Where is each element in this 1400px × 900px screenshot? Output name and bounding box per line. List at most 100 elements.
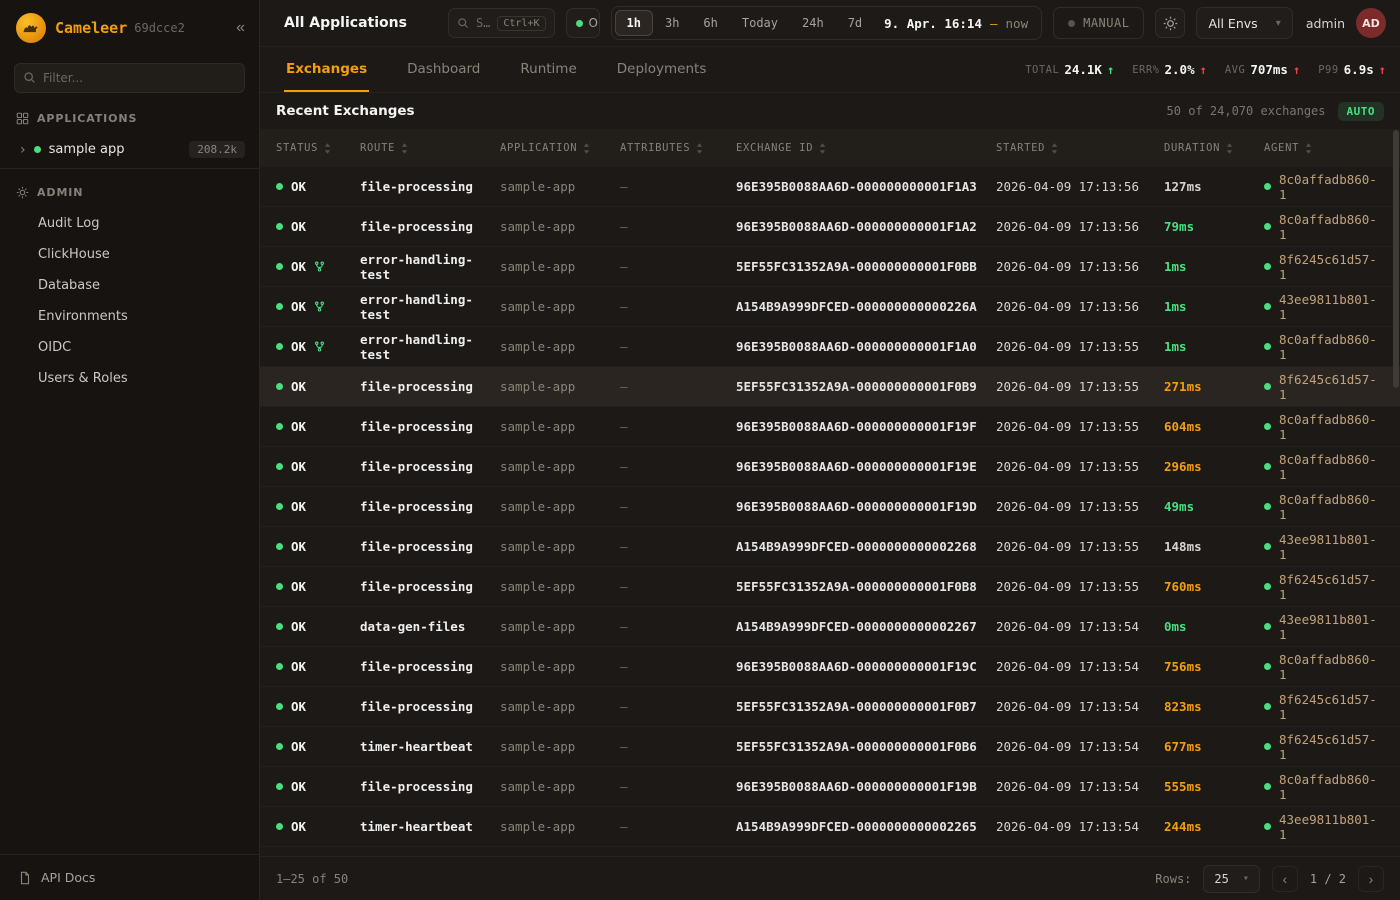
table-row[interactable]: OK file-processing sample-app — 96E395B0… — [260, 647, 1400, 687]
date-range-end: now — [1006, 16, 1029, 31]
auto-refresh-badge[interactable]: AUTO — [1338, 102, 1385, 121]
duration-cell: 760ms — [1164, 579, 1264, 594]
time-range-today[interactable]: Today — [730, 10, 790, 36]
tab-deployments[interactable]: Deployments — [615, 47, 709, 92]
attributes-cell: — — [620, 459, 736, 474]
agent-cell: 8f6245c61d57-1 — [1264, 572, 1384, 602]
column-label: DURATION — [1164, 142, 1220, 154]
status-label: OK — [291, 619, 306, 634]
column-header-attributes[interactable]: ATTRIBUTES — [620, 142, 736, 154]
column-header-route[interactable]: ROUTE — [360, 142, 500, 154]
date-range-display[interactable]: 9. Apr. 16:14 — now — [874, 16, 1041, 31]
fork-icon — [314, 261, 325, 272]
rows-per-page-label: Rows: — [1155, 872, 1191, 886]
environments-dropdown[interactable]: All Envs ▾ — [1196, 7, 1292, 39]
time-range-6h[interactable]: 6h — [691, 10, 729, 36]
table-row[interactable]: OK data-gen-files sample-app — A154B9A99… — [260, 607, 1400, 647]
search-icon — [23, 71, 36, 84]
fork-icon — [314, 301, 325, 312]
time-range-1h[interactable]: 1h — [615, 10, 653, 36]
status-cell: OK — [276, 659, 360, 674]
agent-status-dot — [1264, 223, 1271, 230]
rows-per-page-dropdown[interactable]: 25 ▾ — [1203, 865, 1259, 893]
agent-status-dot — [1264, 663, 1271, 670]
previous-page-button[interactable]: ‹ — [1272, 866, 1298, 892]
next-page-button[interactable]: › — [1358, 866, 1384, 892]
search-icon — [457, 17, 469, 29]
attributes-cell: — — [620, 379, 736, 394]
table-row[interactable]: OK timer-heartbeat sample-app — 5EF55FC3… — [260, 727, 1400, 767]
table-row[interactable]: OK file-processing sample-app — 96E395B0… — [260, 767, 1400, 807]
table-row[interactable]: OK file-processing sample-app — 96E395B0… — [260, 167, 1400, 207]
status-ok-dot — [276, 583, 283, 590]
sidebar-item-clickhouse[interactable]: ClickHouse — [0, 239, 259, 270]
started-cell: 2026-04-09 17:13:55 — [996, 339, 1164, 354]
status-label: OK — [291, 259, 306, 274]
attributes-cell: — — [620, 819, 736, 834]
sidebar-item-oidc[interactable]: OIDC — [0, 332, 259, 363]
sidebar-item-sample-app[interactable]: › sample app 208.2k — [0, 134, 259, 168]
stat-value: 707ms — [1250, 62, 1288, 77]
connection-status-pill[interactable]: O — [566, 8, 600, 38]
sidebar-item-users-roles[interactable]: Users & Roles — [0, 363, 259, 394]
table-row[interactable]: OK file-processing sample-app — 96E395B0… — [260, 447, 1400, 487]
status-label: OK — [291, 299, 306, 314]
sidebar-item-database[interactable]: Database — [0, 270, 259, 301]
column-header-agent[interactable]: AGENT — [1264, 142, 1384, 154]
tab-exchanges[interactable]: Exchanges — [284, 47, 369, 92]
table-row[interactable]: OK file-processing sample-app — 5EF55FC3… — [260, 687, 1400, 727]
time-range-7d[interactable]: 7d — [836, 10, 874, 36]
global-search[interactable]: S… Ctrl+K — [448, 8, 555, 38]
scrollbar-thumb[interactable] — [1393, 130, 1399, 388]
sidebar-item-api-docs[interactable]: API Docs — [0, 854, 259, 900]
manual-refresh-button[interactable]: MANUAL — [1053, 7, 1144, 39]
duration-cell: 555ms — [1164, 779, 1264, 794]
exchange-id-cell: 96E395B0088AA6D-000000000001F19D — [736, 499, 996, 514]
stat-label: TOTAL — [1025, 64, 1059, 76]
sidebar-collapse-button[interactable]: « — [236, 19, 245, 37]
column-header-duration[interactable]: DURATION — [1164, 142, 1264, 154]
column-header-application[interactable]: APPLICATION — [500, 142, 620, 154]
time-range-24h[interactable]: 24h — [790, 10, 836, 36]
time-range-3h[interactable]: 3h — [653, 10, 691, 36]
column-header-exchange-id[interactable]: EXCHANGE ID — [736, 142, 996, 154]
table-row[interactable]: OK file-processing sample-app — 96E395B0… — [260, 407, 1400, 447]
table-row[interactable]: OK file-processing sample-app — 96E395B0… — [260, 207, 1400, 247]
application-cell: sample-app — [500, 219, 620, 234]
attributes-cell: — — [620, 579, 736, 594]
user-avatar[interactable]: AD — [1356, 8, 1386, 38]
table-row[interactable]: OK file-processing sample-app — 5EF55FC3… — [260, 567, 1400, 607]
date-range-start: 9. Apr. 16:14 — [884, 16, 982, 31]
applications-section-header: APPLICATIONS — [0, 95, 259, 134]
agent-cell: 8c0affadb860-1 — [1264, 772, 1384, 802]
column-header-status[interactable]: STATUS — [276, 142, 360, 154]
table-row[interactable]: OK file-processing sample-app — 5EF55FC3… — [260, 367, 1400, 407]
table-row[interactable]: OK error-handling-test sample-app — 96E3… — [260, 327, 1400, 367]
table-row[interactable]: OK error-handling-test sample-app — A154… — [260, 287, 1400, 327]
agent-cell: 8c0affadb860-1 — [1264, 172, 1384, 202]
sidebar-item-environments[interactable]: Environments — [0, 301, 259, 332]
status-cell: OK — [276, 499, 360, 514]
column-label: STATUS — [276, 142, 318, 154]
table-row[interactable]: OK file-processing sample-app — A154B9A9… — [260, 527, 1400, 567]
column-header-started[interactable]: STARTED — [996, 142, 1164, 154]
status-cell: OK — [276, 419, 360, 434]
started-cell: 2026-04-09 17:13:55 — [996, 379, 1164, 394]
sort-icon — [1051, 143, 1058, 154]
status-label: OK — [291, 219, 306, 234]
document-icon — [18, 871, 32, 885]
theme-toggle-button[interactable] — [1155, 8, 1185, 38]
started-cell: 2026-04-09 17:13:55 — [996, 419, 1164, 434]
stat-p99: P99 6.9s ↑ — [1318, 62, 1386, 77]
table-row[interactable]: OK error-handling-test sample-app — 5EF5… — [260, 247, 1400, 287]
table-row[interactable]: OK timer-heartbeat sample-app — A154B9A9… — [260, 807, 1400, 847]
route-cell: error-handling-test — [360, 332, 500, 362]
status-ok-dot — [276, 503, 283, 510]
sidebar-filter-input[interactable] — [14, 63, 245, 93]
application-cell: sample-app — [500, 539, 620, 554]
tab-dashboard[interactable]: Dashboard — [405, 47, 482, 92]
tab-runtime[interactable]: Runtime — [518, 47, 578, 92]
table-row[interactable]: OK file-processing sample-app — 96E395B0… — [260, 487, 1400, 527]
sidebar-item-audit-log[interactable]: Audit Log — [0, 208, 259, 239]
brand-suffix: 69dcce2 — [134, 21, 185, 35]
